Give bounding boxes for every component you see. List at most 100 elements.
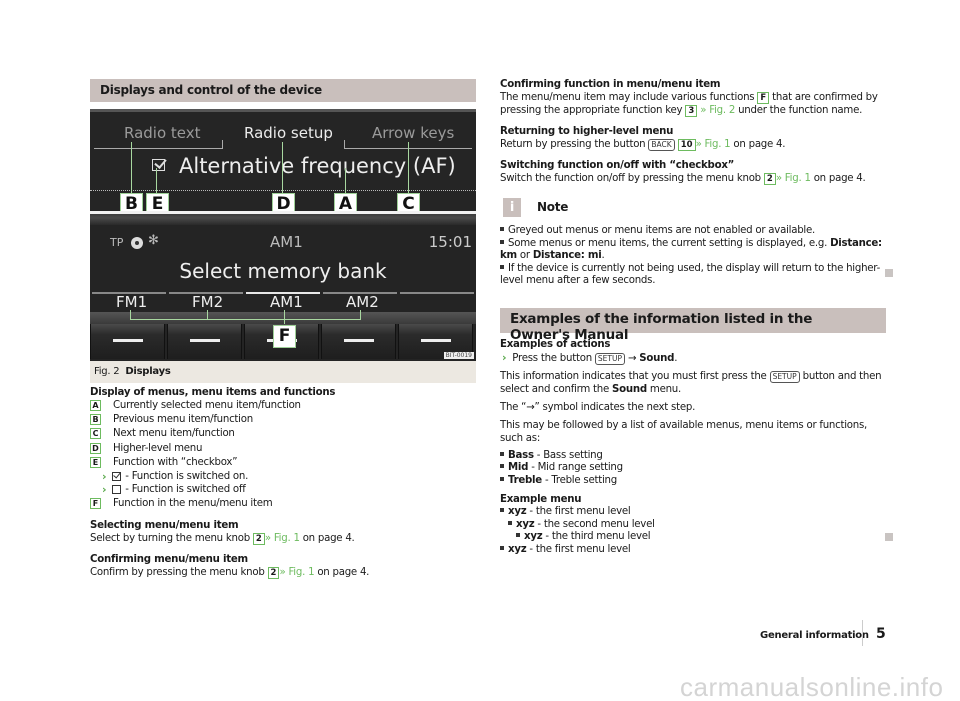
function-fm2: FM2 bbox=[192, 293, 224, 311]
page-number: 5 bbox=[876, 626, 886, 642]
figure-link[interactable]: » Fig. 1 bbox=[265, 533, 300, 544]
list-text: - Mid range setting bbox=[531, 462, 623, 473]
callout-f: F bbox=[273, 325, 296, 348]
text: The menu/menu item may include various f… bbox=[500, 92, 755, 103]
bullet-icon bbox=[500, 227, 504, 231]
list-item: Treble - Treble setting bbox=[500, 475, 886, 488]
example-menu-list: xyz - the first menu level xyz - the sec… bbox=[500, 506, 886, 556]
tab-radio-text: Radio text bbox=[124, 124, 201, 142]
confirming-heading: Confirming menu/menu item bbox=[90, 553, 248, 565]
left-column: Displays and control of the device Radio… bbox=[90, 79, 476, 579]
legend-subitem: › - Function is switched off bbox=[90, 483, 476, 497]
chevron-right-icon: › bbox=[502, 350, 507, 364]
ref-key: 2 bbox=[252, 532, 265, 545]
examples-title: Examples of the information listed in th… bbox=[500, 307, 886, 343]
bullet-icon bbox=[500, 464, 504, 468]
back-button-label: BACK bbox=[648, 139, 675, 151]
confirm-function-heading: Confirming function in menu/menu item bbox=[500, 79, 721, 90]
tab-divider-left bbox=[222, 140, 223, 149]
text: Confirm by pressing the menu knob bbox=[90, 566, 265, 578]
examples-section: Examples of the information listed in th… bbox=[500, 307, 886, 557]
callout-bracket-f bbox=[130, 310, 361, 320]
bullet-icon bbox=[500, 545, 504, 550]
legend-text: Function in the menu/menu item bbox=[113, 498, 273, 510]
menu-level-item: xyz - the second menu level bbox=[500, 519, 886, 532]
note-bold: Distance: mi bbox=[532, 250, 602, 261]
note-text: or bbox=[519, 250, 530, 261]
dotted-separator bbox=[90, 190, 476, 191]
key-dash-icon bbox=[421, 339, 451, 342]
legend-key: F bbox=[90, 498, 101, 510]
footer-section: General information bbox=[760, 630, 869, 641]
function-key-2[interactable] bbox=[167, 324, 242, 359]
function-key-4[interactable] bbox=[321, 324, 396, 359]
text-bold: Sound bbox=[639, 352, 675, 364]
bullet-icon bbox=[500, 508, 504, 512]
legend-item: C Next menu item/function bbox=[90, 427, 476, 441]
text: on page 4. bbox=[302, 532, 355, 544]
switch-text: Switch the function on/off by pressing t… bbox=[500, 172, 886, 185]
image-code: BIT-0019 bbox=[443, 352, 474, 359]
key-dash-icon bbox=[113, 339, 143, 342]
figure-caption: Fig. 2 Displays bbox=[90, 361, 476, 383]
note-text: . bbox=[601, 250, 605, 261]
list-bold: Treble bbox=[508, 474, 542, 486]
actions-heading: Examples of actions bbox=[500, 338, 611, 350]
function-key-1[interactable] bbox=[90, 324, 165, 359]
menu-level-item: xyz - the first menu level bbox=[500, 544, 886, 557]
footer-divider bbox=[862, 620, 863, 646]
legend-key: E bbox=[90, 456, 101, 468]
checkbox-checked-icon bbox=[152, 159, 165, 171]
list-bold: xyz bbox=[508, 543, 527, 555]
text: Select by turning the menu knob bbox=[90, 532, 250, 544]
legend-text: Previous menu item/function bbox=[113, 413, 253, 425]
legend-key: C bbox=[90, 428, 101, 440]
callout-line-e bbox=[156, 168, 157, 196]
tab-radio-setup: Radio setup bbox=[244, 124, 333, 142]
list-bold: xyz bbox=[508, 506, 527, 517]
text: on page 4. bbox=[733, 139, 786, 150]
figure-link[interactable]: » Fig. 1 bbox=[279, 567, 314, 578]
chevron-right-icon: › bbox=[102, 469, 107, 483]
switch-heading: Switching function on/off with “checkbox… bbox=[500, 160, 735, 171]
tab-divider-right bbox=[344, 140, 345, 149]
legend-text: Higher-level menu bbox=[113, 442, 203, 454]
note-item: Some menus or menu items, the current se… bbox=[500, 238, 886, 263]
info-icon: i bbox=[503, 197, 521, 217]
menu-item-row: Alternative frequency (AF) bbox=[152, 154, 456, 178]
text: under the function name. bbox=[738, 105, 863, 116]
bullet-icon bbox=[500, 264, 504, 269]
note-header: i Note bbox=[500, 197, 886, 217]
text: This information indicates that you must… bbox=[500, 370, 767, 382]
legend-item: B Previous menu item/function bbox=[90, 412, 476, 426]
list-text: - the second menu level bbox=[537, 518, 655, 530]
caption-title: Displays bbox=[125, 366, 171, 377]
legend-subitem: › - Function is switched on. bbox=[90, 469, 476, 483]
list-text: - the first menu level bbox=[529, 543, 631, 555]
list-text: - the first menu level bbox=[529, 506, 631, 517]
info-text: This information indicates that you must… bbox=[500, 370, 886, 396]
figure-link[interactable]: » Fig. 1 bbox=[776, 173, 811, 184]
legend-item: A Currently selected menu item/function bbox=[90, 398, 476, 412]
list-bold: Bass bbox=[508, 449, 534, 461]
tab-underline-left bbox=[94, 148, 222, 149]
function-am1: AM1 bbox=[270, 293, 303, 311]
bluetooth-icon: ✻ bbox=[148, 233, 159, 248]
text: on page 4. bbox=[813, 173, 866, 184]
right-column: Confirming function in menu/menu item Th… bbox=[500, 78, 886, 556]
figure-link[interactable]: » Fig. 1 bbox=[696, 139, 731, 150]
screen-separator-highlight bbox=[90, 211, 476, 214]
figure-link[interactable]: » Fig. 2 bbox=[700, 105, 735, 116]
menu-level-item: xyz - the third menu level bbox=[500, 531, 886, 544]
legend-key: B bbox=[90, 413, 101, 425]
text: Return by pressing the button bbox=[500, 139, 646, 150]
ref-key: 2 bbox=[763, 173, 776, 185]
selecting-heading: Selecting menu/menu item bbox=[90, 519, 239, 531]
section-end-marker bbox=[885, 533, 893, 541]
note-text: Some menus or menu items, the current se… bbox=[508, 237, 828, 249]
caption-number: Fig. 2 bbox=[94, 366, 120, 377]
followed-text: This may be followed by a list of availa… bbox=[500, 419, 868, 444]
callout-line-b bbox=[131, 142, 132, 196]
legend-text: Currently selected menu item/function bbox=[113, 399, 301, 411]
chevron-right-icon: › bbox=[102, 483, 107, 497]
